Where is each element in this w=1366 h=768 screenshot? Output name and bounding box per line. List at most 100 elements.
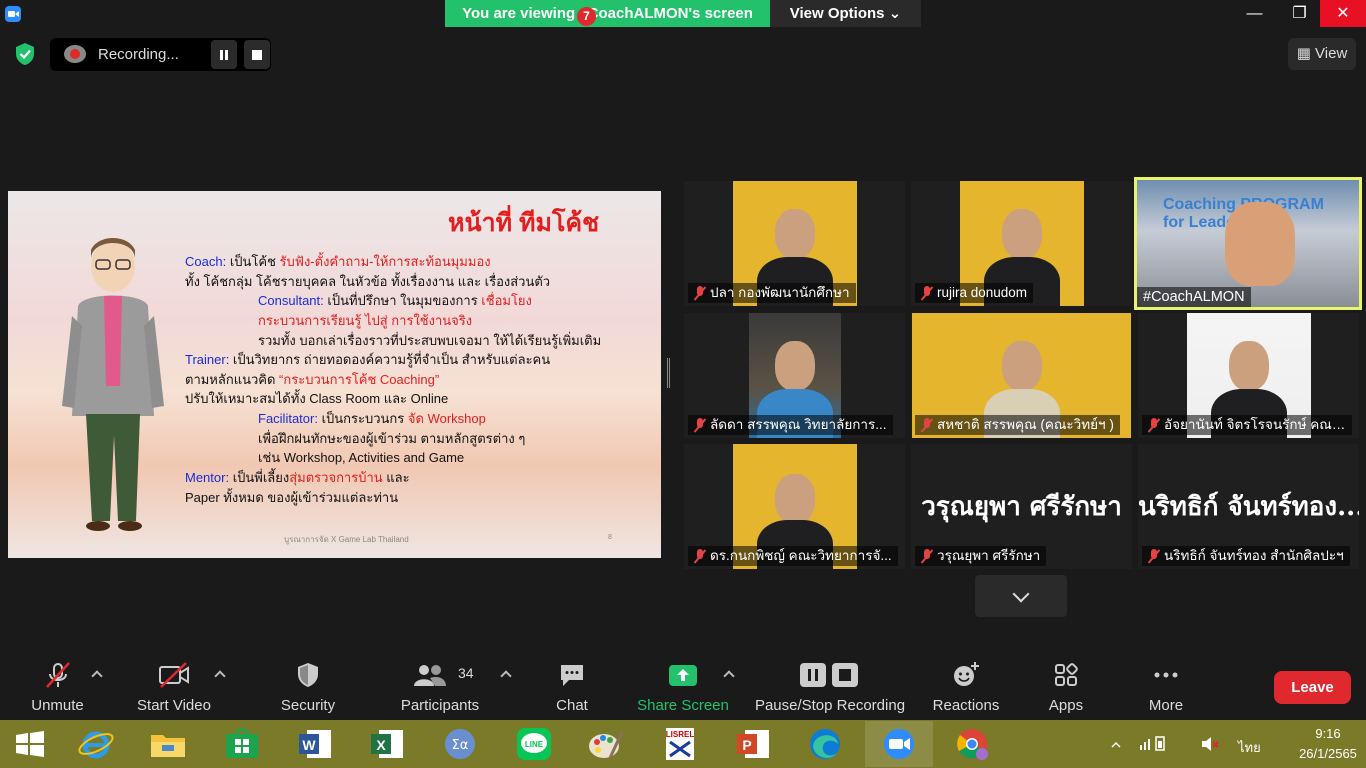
clock-date[interactable]: 26/1/2565	[1296, 746, 1360, 761]
svg-text:LINE: LINE	[525, 740, 544, 749]
participants-count: 34	[458, 665, 474, 681]
slide-body-text: เป็นที่ปรึกษา ในมุมของการ	[323, 293, 482, 308]
share-screen-button[interactable]: Share Screen	[632, 650, 734, 720]
start-video-button[interactable]: Start Video	[130, 650, 218, 720]
split-view-divider[interactable]	[667, 358, 670, 388]
edge-icon[interactable]	[805, 726, 845, 762]
slide-highlight-text: “กระบวนการโค้ช Coaching”	[279, 372, 440, 387]
windows-taskbar: W X Σα LINE LISREL P	[0, 720, 1366, 768]
participant-name: ปลา กองพัฒนานักศึกษา	[710, 285, 850, 300]
file-explorer-icon[interactable]	[148, 726, 188, 762]
participant-tile[interactable]: ดร.กนกพิชญ์ คณะวิทยาการจั...	[684, 444, 905, 569]
security-label: Security	[280, 697, 336, 714]
pause-stop-icon	[800, 663, 858, 687]
leave-meeting-button[interactable]: Leave	[1274, 671, 1351, 704]
participant-tile[interactable]: ปลา กองพัฒนานักศึกษา	[684, 181, 905, 306]
slide-role-label: Trainer:	[185, 352, 230, 367]
participant-name: วรุณยุพา ศรีรักษา	[937, 548, 1041, 563]
participant-name-caption: #CoachALMON	[1137, 287, 1251, 307]
participants-button[interactable]: 34 Participants	[396, 650, 484, 720]
video-off-icon	[159, 662, 189, 688]
slide-line: เช่น Workshop, Activities and Game	[258, 447, 464, 468]
maximize-button[interactable]: ❐	[1277, 0, 1322, 27]
speaker-muted-icon[interactable]	[1200, 734, 1220, 754]
slide-body-text: ปรับให้เหมาะสมได้ทั้ง Class Room และ Onl…	[185, 391, 449, 406]
pause-stop-recording-button[interactable]: Pause/Stop Recording	[752, 650, 908, 720]
more-label: More	[1148, 697, 1184, 714]
participant-name: ดร.กนกพิชญ์ คณะวิทยาการจั...	[710, 548, 892, 563]
chat-icon	[561, 665, 583, 686]
microsoft-store-icon[interactable]	[222, 726, 262, 762]
slide-body-text: เป็นพี่เลี้ยง	[229, 470, 290, 485]
unmute-button[interactable]: Unmute	[20, 650, 95, 720]
windows-start-icon[interactable]	[10, 726, 50, 762]
participant-name-caption: สหชาติ สรรพคุณ (คณะวิทย์ฯ )	[915, 415, 1120, 435]
slide-line: Consultant: เป็นที่ปรึกษา ในมุมของการ เช…	[258, 290, 532, 311]
participant-name: ลัดดา สรรพคุณ วิทยาลัยการ...	[710, 417, 887, 432]
mic-muted-icon	[920, 418, 934, 432]
meeting-toolbar: Unmute Start Video Security 34 Participa…	[0, 650, 1366, 720]
line-app-icon[interactable]: LINE	[514, 726, 554, 762]
slide-body-text: เช่น Workshop, Activities and Game	[258, 450, 465, 465]
slide-role-label: Consultant:	[258, 293, 324, 308]
slide-body-text: ทั้ง โค้ชกลุ่ม โค้ชรายบุคคล ในหัวข้อ ทั้…	[185, 274, 551, 289]
view-layout-button[interactable]: ▦ View	[1288, 38, 1356, 70]
participants-options-chevron-icon[interactable]	[500, 670, 512, 682]
chat-button[interactable]: Chat	[545, 650, 599, 720]
participant-face	[1001, 209, 1042, 259]
zoom-taskbar-button[interactable]	[865, 721, 933, 767]
slide-line: ตามหลักแนวคิด “กระบวนการโค้ช Coaching”	[185, 369, 439, 390]
minimize-button[interactable]: —	[1232, 0, 1277, 27]
apps-icon	[1055, 663, 1078, 686]
slide-body-text: เป็นวิทยากร ถ่ายทอดองค์ความรู้ที่จำเป็น …	[229, 352, 551, 367]
word-icon[interactable]: W	[295, 726, 335, 762]
lisrel-icon[interactable]: LISREL	[660, 726, 700, 762]
participant-tile[interactable]: อัจยานันท์ จิตรโรจนรักษ์ คณะ...	[1138, 313, 1359, 438]
chrome-icon[interactable]	[952, 726, 992, 762]
close-window-button[interactable]: ✕	[1320, 0, 1366, 27]
participant-tile[interactable]: rujira donudom	[911, 181, 1132, 306]
input-language-indicator[interactable]: ไทย	[1238, 737, 1261, 758]
powerpoint-icon[interactable]: P	[733, 726, 773, 762]
internet-explorer-icon[interactable]	[76, 726, 116, 762]
slide-body-text: ตามหลักแนวคิด	[185, 372, 280, 387]
more-dots-icon	[1154, 672, 1178, 678]
participant-tile[interactable]: Coaching PROGRAM for Leader #CoachALMON	[1134, 177, 1362, 310]
next-page-chevron-icon[interactable]	[975, 575, 1067, 617]
clock-time[interactable]: 9:16	[1296, 726, 1360, 741]
participant-tile[interactable]: วรุณยุพา ศรีรักษา วรุณยุพา ศรีรักษา	[911, 444, 1132, 569]
excel-icon[interactable]: X	[367, 726, 407, 762]
participant-tile[interactable]: นริทธิก์ จันทร์ทอง... นริทธิก์ จันทร์ทอง …	[1138, 444, 1359, 569]
participants-label: Participants	[400, 697, 480, 714]
chat-label: Chat	[556, 697, 588, 714]
slide-role-label: Coach:	[185, 254, 227, 269]
grid-icon: ▦	[1296, 45, 1316, 62]
math-input-icon[interactable]: Σα	[440, 726, 480, 762]
more-button[interactable]: More	[1140, 650, 1192, 720]
paint-icon[interactable]	[586, 726, 626, 762]
participant-tile[interactable]: สหชาติ สรรพคุณ (คณะวิทย์ฯ )	[911, 313, 1132, 438]
mic-muted-icon	[693, 549, 707, 563]
mic-muted-icon	[693, 418, 707, 432]
participant-name-caption: อัจยานันท์ จิตรโรจนรักษ์ คณะ...	[1142, 415, 1352, 435]
slide-role-label: Mentor:	[185, 470, 230, 485]
view-options-button[interactable]: View Options ⌄	[770, 0, 921, 27]
stop-recording-button[interactable]	[244, 40, 270, 69]
reactions-button[interactable]: Reactions	[928, 650, 1004, 720]
encryption-shield-icon[interactable]	[14, 42, 36, 66]
participants-icon	[414, 665, 446, 686]
pause-recording-button[interactable]	[211, 40, 237, 69]
apps-button[interactable]: Apps	[1040, 650, 1092, 720]
participant-name: นริทธิก์ จันทร์ทอง สำนักศิลปะฯ	[1164, 548, 1344, 563]
participant-name-caption: นริทธิก์ จันทร์ทอง สำนักศิลปะฯ	[1142, 546, 1350, 566]
participant-tile[interactable]: ลัดดา สรรพคุณ วิทยาลัยการ...	[684, 313, 905, 438]
slide-page-number: 8	[608, 534, 612, 541]
security-button[interactable]: Security	[272, 650, 344, 720]
slide-body-text: รวมทั้ง บอกเล่าเรื่องราวที่ประสบพบเจอมา …	[258, 333, 602, 348]
slide-line: เพื่อฝึกฝนทักษะของผู้เข้าร่วม ตามหลักสูต…	[258, 428, 525, 449]
system-tray-icons[interactable]	[1110, 733, 1170, 753]
pause-stop-label: Pause/Stop Recording	[754, 697, 906, 714]
participant-name: สหชาติ สรรพคุณ (คณะวิทย์ฯ )	[937, 417, 1114, 432]
participant-face	[774, 341, 815, 391]
share-screen-label: Share Screen	[637, 697, 729, 714]
